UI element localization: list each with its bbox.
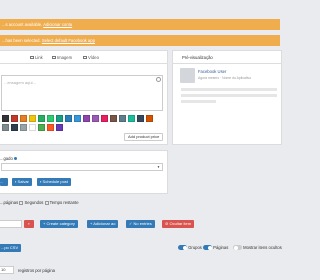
color-swatch[interactable] (137, 115, 144, 122)
schedule-post-button[interactable]: ▪ Schedule post (37, 178, 71, 186)
color-swatch[interactable] (20, 124, 27, 131)
toggle-switch[interactable] (203, 245, 212, 251)
preview-user-name: Facebook User (198, 69, 227, 74)
color-swatch[interactable] (47, 115, 54, 122)
schedule-select[interactable]: ▼ (1, 163, 163, 171)
color-swatch[interactable] (11, 124, 18, 131)
eye-slash-icon: ⊘ (165, 221, 169, 226)
interval-input[interactable] (19, 200, 24, 205)
color-swatch[interactable] (128, 115, 135, 122)
save-icon: ▪ (15, 179, 17, 184)
color-swatch[interactable] (29, 115, 36, 122)
import-csv-button[interactable]: ...po CSV (0, 244, 22, 252)
color-swatch[interactable] (47, 124, 54, 131)
add-product-price-button[interactable]: Add product price (124, 133, 164, 141)
category-select[interactable] (0, 220, 22, 228)
plus-icon: + (43, 221, 46, 226)
per-page-select[interactable]: 10 (0, 266, 14, 274)
toggle-hidden[interactable]: Mostrar itens ocultos (233, 245, 282, 251)
color-swatch[interactable] (92, 115, 99, 122)
toggle-switch[interactable] (178, 245, 187, 251)
schedule-panel (0, 150, 168, 194)
color-swatch[interactable] (101, 115, 108, 122)
preview-panel (172, 50, 282, 145)
color-swatch[interactable] (74, 115, 81, 122)
color-swatch[interactable] (56, 115, 63, 122)
preview-divider (172, 63, 282, 64)
per-page-label: registros por página (18, 268, 56, 273)
color-swatch[interactable] (83, 115, 90, 122)
banner-text: ...s account available. (2, 22, 43, 27)
color-swatch[interactable] (110, 115, 117, 122)
warning-banner-accounts: ...s account available. Adicionar conta (0, 19, 280, 30)
select-app-link[interactable]: Select default Facebook app (42, 38, 95, 43)
add-to-button[interactable]: + Adicionar ao (87, 220, 119, 228)
schedule-field-label: ...gado (0, 156, 17, 161)
image-icon (52, 56, 56, 60)
tab-image[interactable]: Imagem (52, 55, 72, 60)
emoji-icon[interactable] (156, 77, 161, 82)
toggle-switch[interactable] (233, 245, 242, 251)
info-icon (44, 200, 49, 205)
tab-video[interactable]: Vídeo (83, 55, 99, 60)
color-swatch[interactable] (65, 115, 72, 122)
color-swatch[interactable] (2, 115, 9, 122)
video-icon (83, 56, 87, 60)
link-icon (30, 56, 34, 60)
tab-divider (0, 63, 168, 64)
preview-placeholder-line (181, 88, 277, 91)
toggle-groups[interactable]: Grupos (178, 245, 202, 251)
post-button[interactable]: ... (0, 178, 8, 186)
color-swatch[interactable] (2, 124, 9, 131)
preview-title: Pré-visualização (182, 55, 213, 60)
create-category-button[interactable]: + Create category (40, 220, 78, 228)
tab-link[interactable]: Link (30, 55, 43, 60)
avatar (180, 68, 195, 83)
banner-text: ...has been selected. (2, 38, 41, 43)
trash-icon[interactable]: ▪ (24, 220, 34, 228)
interval-row: ...páginas Segundos Tempo restante (0, 200, 79, 205)
warning-banner-app: ...has been selected. Select default Fac… (0, 35, 280, 46)
check-icon: ✓ (129, 221, 133, 226)
message-placeholder: ...ensagem aqui... (4, 80, 36, 85)
color-swatch[interactable] (29, 124, 36, 131)
preview-placeholder-line (181, 94, 277, 97)
chevron-down-icon: ▼ (157, 165, 160, 169)
plus-icon: + (90, 221, 93, 226)
color-swatch[interactable] (11, 115, 18, 122)
preview-placeholder-line (181, 100, 216, 103)
add-account-link[interactable]: Adicionar conta (43, 22, 72, 27)
message-textarea[interactable]: ...ensagem aqui... (1, 75, 163, 111)
color-swatch[interactable] (56, 124, 63, 131)
calendar-icon: ▪ (40, 179, 42, 184)
toggle-pages[interactable]: Páginas (203, 245, 228, 251)
color-swatch[interactable] (20, 115, 27, 122)
no-selected-button[interactable]: ✓ No entries (126, 220, 155, 228)
hide-selected-button[interactable]: ⊘ Ocultar item (162, 220, 195, 228)
help-icon[interactable] (13, 157, 17, 161)
color-swatch[interactable] (38, 115, 45, 122)
color-swatch[interactable] (38, 124, 45, 131)
save-button[interactable]: ▪ Salvar (12, 178, 32, 186)
preview-user-meta: Agora mesmo · Nome do Aplicativo (198, 76, 252, 80)
color-swatch[interactable] (119, 115, 126, 122)
color-swatch[interactable] (146, 115, 153, 122)
